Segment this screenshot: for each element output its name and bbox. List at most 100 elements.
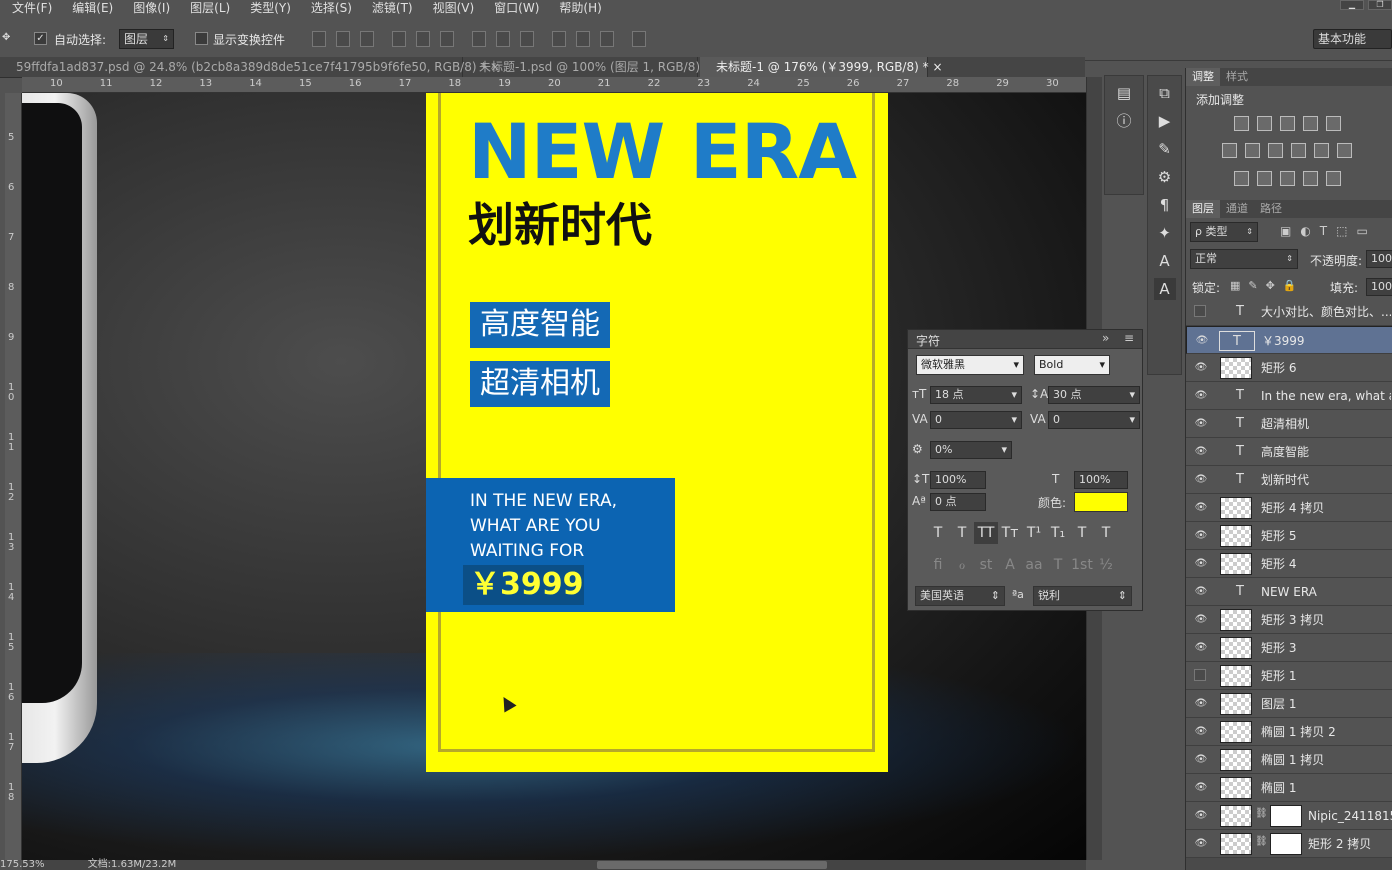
text-style-button-0[interactable]: T (926, 522, 950, 544)
character-panel-title[interactable]: 字符 (916, 332, 940, 349)
threshold-icon[interactable] (1280, 171, 1295, 186)
layer-row[interactable]: 👁 矩形 6 (1186, 354, 1392, 382)
opentype-button-2[interactable]: st (974, 554, 998, 576)
close-icon[interactable]: × (932, 60, 942, 74)
text-style-button-5[interactable]: T₁ (1046, 522, 1070, 544)
layer-row[interactable]: 👁 图层 1 (1186, 690, 1392, 718)
distribute-right-icon[interactable] (600, 31, 614, 47)
clone-source-icon[interactable]: ✦ (1154, 222, 1176, 244)
mask-thumbnail[interactable] (1270, 833, 1302, 855)
layer-row[interactable]: 👁 T 超清相机 (1186, 410, 1392, 438)
menu-item-5[interactable]: 选择(S) (299, 0, 360, 17)
align-left-icon[interactable] (392, 31, 406, 47)
opentype-button-5[interactable]: T (1046, 554, 1070, 576)
layer-row[interactable]: 👁 矩形 4 拷贝 (1186, 494, 1392, 522)
layer-row[interactable]: 👁 矩形 4 (1186, 550, 1392, 578)
show-transform-checkbox[interactable] (195, 31, 208, 45)
paragraph-icon[interactable]: ¶ (1154, 194, 1176, 216)
text-style-button-6[interactable]: T (1070, 522, 1094, 544)
fill-field[interactable]: 100% (1366, 278, 1392, 296)
align-right-icon[interactable] (440, 31, 454, 47)
eye-icon[interactable]: 👁 (1194, 754, 1208, 766)
eye-icon[interactable]: 👁 (1194, 446, 1208, 458)
poster-artboard[interactable]: NEW ERA 划新时代 高度智能 超清相机 IN THE NEW ERA, W… (426, 93, 888, 772)
link-icon[interactable]: ⛓ (1255, 808, 1268, 819)
font-family-select[interactable]: 微软雅黑 ▾ (916, 355, 1024, 375)
auto-select-dropdown[interactable]: 图层 ⇕ (119, 29, 174, 49)
workspace-switcher[interactable]: 基本功能 (1313, 29, 1392, 49)
align-hcenter-icon[interactable] (416, 31, 430, 47)
lock-icons[interactable]: ▦✎✥🔒 (1230, 279, 1305, 292)
text-style-button-3[interactable]: Tт (998, 522, 1022, 544)
antialias-select[interactable]: 锐利 ⇕ (1033, 586, 1132, 606)
blend-mode-select[interactable]: 正常 ⇕ (1190, 249, 1298, 269)
exposure-icon[interactable] (1303, 116, 1318, 131)
opentype-button-4[interactable]: aa (1022, 554, 1046, 576)
layer-row[interactable]: 👁 椭圆 1 (1186, 774, 1392, 802)
distribute-top-icon[interactable] (472, 31, 486, 47)
eye-icon[interactable]: 👁 (1194, 782, 1208, 794)
horizontal-scale-field[interactable]: 100% (1074, 471, 1128, 489)
minimize-button[interactable]: ▁ (1340, 0, 1364, 10)
collapse-icon[interactable]: » (1102, 331, 1109, 345)
kerning-field[interactable]: 0 ▾ (930, 411, 1022, 429)
brush-icon[interactable]: ✎ (1154, 138, 1176, 160)
character-styles-icon[interactable]: A (1154, 250, 1176, 272)
menu-item-9[interactable]: 帮助(H) (547, 0, 609, 17)
mask-thumbnail[interactable] (1270, 805, 1302, 827)
tool-presets-icon[interactable]: ⚙ (1154, 166, 1176, 188)
eye-icon[interactable]: 👁 (1194, 530, 1208, 542)
eye-icon[interactable]: 👁 (1194, 614, 1208, 626)
gradient-map-icon[interactable] (1326, 171, 1341, 186)
text-color-swatch[interactable] (1074, 492, 1128, 512)
visibility-off-icon[interactable] (1194, 669, 1206, 681)
posterize-icon[interactable] (1257, 171, 1272, 186)
text-style-button-2[interactable]: TT (974, 522, 998, 544)
photo-filter-icon[interactable] (1291, 143, 1306, 158)
eye-icon[interactable]: 👁 (1194, 838, 1208, 850)
layer-filter-icons[interactable]: ▣◐T⬚▭ (1280, 224, 1377, 238)
selective-color-icon[interactable] (1303, 171, 1318, 186)
black-white-icon[interactable] (1268, 143, 1283, 158)
distribute-left-icon[interactable] (552, 31, 566, 47)
opentype-button-0[interactable]: fi (926, 554, 950, 576)
menu-item-2[interactable]: 图像(I) (121, 0, 178, 17)
menu-item-8[interactable]: 窗口(W) (482, 0, 547, 17)
eye-icon[interactable]: 👁 (1194, 726, 1208, 738)
layer-filter-select[interactable]: ρ 类型 ⇕ (1190, 222, 1258, 242)
vertical-scale-field[interactable]: 100% (930, 471, 986, 489)
info-icon[interactable]: ⓘ (1113, 110, 1135, 132)
eye-icon[interactable]: 👁 (1195, 335, 1209, 347)
menu-item-1[interactable]: 编辑(E) (60, 0, 121, 17)
menu-item-7[interactable]: 视图(V) (421, 0, 483, 17)
eye-icon[interactable]: 👁 (1194, 502, 1208, 514)
tab-paths[interactable]: 路径 (1254, 200, 1288, 218)
auto-select-checkbox[interactable]: ✓ (34, 31, 47, 45)
eye-icon[interactable]: 👁 (1194, 558, 1208, 570)
tsume-field[interactable]: 0% ▾ (930, 441, 1012, 459)
tab-styles[interactable]: 样式 (1220, 68, 1254, 86)
layer-row[interactable]: 👁 矩形 5 (1186, 522, 1392, 550)
opentype-button-7[interactable]: ½ (1094, 554, 1118, 576)
move-tool-icon[interactable]: ✥ (2, 32, 10, 43)
link-icon[interactable]: ⛓ (1255, 836, 1268, 847)
text-style-button-7[interactable]: T (1094, 522, 1118, 544)
font-style-select[interactable]: Bold ▾ (1034, 355, 1110, 375)
color-balance-icon[interactable] (1245, 143, 1260, 158)
distribute-bottom-icon[interactable] (520, 31, 534, 47)
align-top-icon[interactable] (312, 31, 326, 47)
layer-row[interactable]: 👁 T NEW ERA (1186, 578, 1392, 606)
layer-row[interactable]: 👁 椭圆 1 拷贝 (1186, 746, 1392, 774)
text-style-button-1[interactable]: T (950, 522, 974, 544)
zoom-level[interactable]: 175.53% (0, 859, 45, 870)
eye-icon[interactable]: 👁 (1194, 418, 1208, 430)
vibrance-icon[interactable] (1326, 116, 1341, 131)
poster-tag-camera[interactable]: 超清相机 (470, 361, 610, 407)
history-icon[interactable]: ▤ (1113, 82, 1135, 104)
curves-icon[interactable] (1280, 116, 1295, 131)
leading-field[interactable]: 30 点 ▾ (1048, 386, 1140, 404)
channel-mixer-icon[interactable] (1314, 143, 1329, 158)
menu-item-4[interactable]: 类型(Y) (238, 0, 299, 17)
tab-doc-2[interactable]: 未标题-1.psd @ 100% (图层 1, RGB/8) × (463, 57, 714, 78)
eye-icon[interactable]: 👁 (1194, 642, 1208, 654)
